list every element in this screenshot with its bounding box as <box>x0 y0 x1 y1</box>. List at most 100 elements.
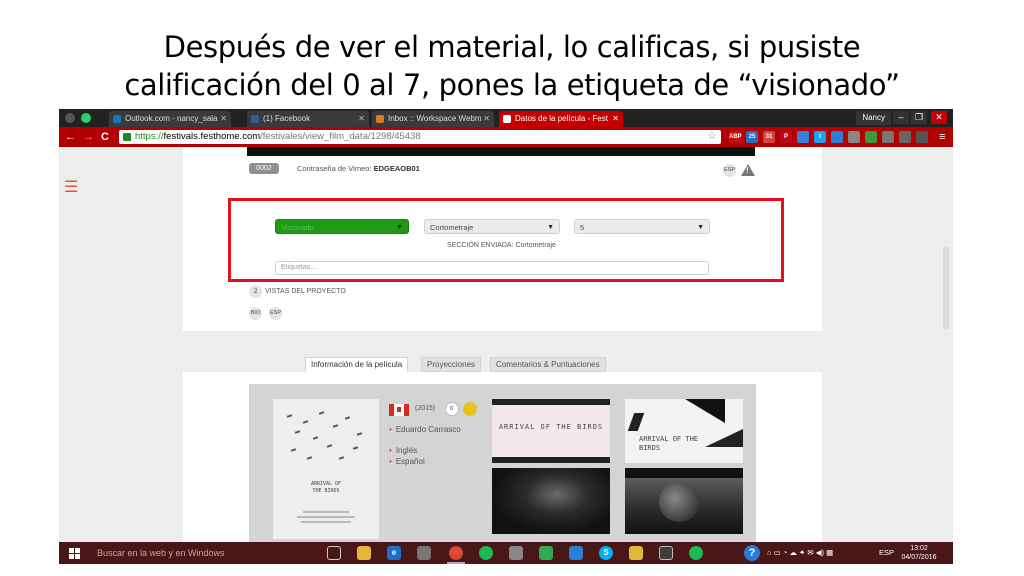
skype-icon[interactable]: S <box>599 546 613 560</box>
google-drive-icon[interactable] <box>539 546 553 560</box>
windows-update-icon[interactable] <box>569 546 583 560</box>
extension-dark-icon[interactable] <box>916 131 928 143</box>
close-icon[interactable]: ✕ <box>612 111 619 127</box>
chevron-down-icon: ▼ <box>396 224 403 231</box>
help-icon[interactable]: ? <box>744 545 760 561</box>
tags-input[interactable]: Etiquetas... <box>275 261 709 275</box>
address-bar[interactable]: https://festivals.festhome.com/festivale… <box>119 130 721 144</box>
bio-badge[interactable]: BIO <box>249 307 262 320</box>
edge-icon[interactable]: e <box>387 546 401 560</box>
forward-icon[interactable]: → <box>83 130 94 144</box>
extension-blue-icon[interactable] <box>797 131 809 143</box>
task-view-icon[interactable] <box>327 546 341 560</box>
chevron-down-icon: ▼ <box>697 224 704 231</box>
film-still-woman[interactable] <box>492 468 610 534</box>
puzzle-icon[interactable] <box>899 131 911 143</box>
refresh-icon[interactable] <box>65 113 75 123</box>
film-card: 0002 Contraseña de Vimeo: EDGEAOB01 ESP … <box>183 147 822 331</box>
vimeo-label: Contraseña de Vimeo: <box>297 164 372 173</box>
section-select[interactable]: Cortometraje ▼ <box>424 219 560 234</box>
status-select[interactable]: Visionado ▼ <box>275 219 409 234</box>
language-item: Español <box>389 457 425 466</box>
outlook-icon <box>113 115 121 123</box>
url-path: /festivales/view_film_data/1298/45438 <box>260 131 421 142</box>
extension-gray-icon[interactable] <box>882 131 894 143</box>
lock-icon <box>123 133 131 141</box>
restore-icon[interactable]: ❐ <box>911 111 927 124</box>
tab-label: (1) Facebook <box>263 114 311 123</box>
section-select-value: Cortometraje <box>430 223 474 232</box>
extension-icon[interactable]: 25 <box>746 131 758 143</box>
still-title: ARRIVAL OF THE BIRDS <box>639 435 699 452</box>
film-still-birds[interactable]: ARRIVAL OF THE BIRDS <box>625 399 743 463</box>
url-host: festivals.festhome.com <box>163 131 261 142</box>
back-icon[interactable]: ← <box>65 130 76 144</box>
chevron-down-icon: ▼ <box>547 224 554 231</box>
section-sent-text: SECCIÓN ENVIADA: Cortometraje <box>447 242 556 249</box>
rating-select[interactable]: 5 ▼ <box>574 219 710 234</box>
adblock-plus-icon[interactable]: ABP <box>729 131 742 143</box>
tab-outlook[interactable]: Outlook.com - nancy_sala ✕ <box>109 111 231 127</box>
tab-content: ARRIVAL OF THE BIRDS (2015) 6' Eduardo C… <box>183 372 822 542</box>
whatsapp-icon[interactable] <box>81 113 91 123</box>
url-scheme: https:// <box>135 131 164 142</box>
close-icon[interactable]: ✕ <box>483 111 490 127</box>
store-icon[interactable] <box>417 546 431 560</box>
taskbar-clock[interactable]: 13:02 04/07/2016 <box>899 544 939 562</box>
tab-film-info[interactable]: Información de la película <box>305 357 409 372</box>
director-name[interactable]: Eduardo Carrasco <box>389 425 461 434</box>
windows-taskbar: Buscar en la web y en Windows e S ? ⌂ ▭ … <box>59 542 953 564</box>
photos-icon[interactable] <box>659 546 673 560</box>
bio-language-badge[interactable]: ESP <box>269 307 282 320</box>
film-still-title-card[interactable]: ARRIVAL OF THE BIRDS <box>492 399 610 463</box>
taskbar-search-input[interactable]: Buscar en la web y en Windows <box>89 542 319 564</box>
still-title: ARRIVAL OF THE BIRDS <box>498 423 604 431</box>
page-content: ☰ 0002 Contraseña de Vimeo: EDGEAOB01 ES… <box>59 147 953 542</box>
windows-start-icon[interactable] <box>69 548 80 559</box>
tab-facebook[interactable]: (1) Facebook ✕ <box>247 111 369 127</box>
file-explorer-icon[interactable] <box>357 546 371 560</box>
twitter-icon[interactable]: t <box>814 131 826 143</box>
browser-toolbar: ← → C https://festivals.festhome.com/fes… <box>59 127 953 147</box>
hamburger-menu-icon[interactable]: ☰ <box>64 180 78 196</box>
spotify-icon[interactable] <box>479 546 493 560</box>
tab-screenings[interactable]: Proyecciones <box>421 357 482 372</box>
dropbox-icon[interactable] <box>831 131 843 143</box>
input-language[interactable]: ESP <box>879 542 894 564</box>
rating-select-value: 5 <box>580 223 585 232</box>
close-icon[interactable]: ✕ <box>220 111 227 127</box>
spotify-icon[interactable] <box>689 546 703 560</box>
folder-icon[interactable] <box>629 546 643 560</box>
profile-name[interactable]: Nancy <box>856 111 891 125</box>
tab-label: Inbox :: Workspace Webm <box>388 114 482 123</box>
tab-festhome[interactable]: Datos de la película - Fest ✕ <box>499 111 623 127</box>
pocket-icon[interactable] <box>848 131 860 143</box>
window-close-icon[interactable]: ✕ <box>931 111 947 124</box>
gmail-icon[interactable]: 31 <box>763 131 775 143</box>
festhome-icon <box>503 115 511 123</box>
film-still-man[interactable] <box>625 468 743 534</box>
facebook-icon <box>251 115 259 123</box>
bookmark-star-icon[interactable]: ☆ <box>707 129 717 143</box>
tab-comments-ratings[interactable]: Comentarios & Puntuaciones <box>490 357 606 372</box>
tray-icons[interactable]: ⌂ ▭ ◔ ☁ ✦ ✉ ◀) ▦ <box>767 542 833 564</box>
close-icon[interactable]: ✕ <box>358 111 365 127</box>
menu-icon[interactable]: ≡ <box>939 130 945 144</box>
tab-label: Datos de la película - Fest <box>515 114 608 123</box>
pinterest-icon[interactable]: P <box>780 131 792 143</box>
extension-green-icon[interactable] <box>865 131 877 143</box>
views-count: 2 <box>249 285 262 298</box>
side-scroll-indicator <box>943 247 949 329</box>
reload-icon[interactable]: C <box>101 130 109 144</box>
warning-icon[interactable]: ! <box>741 164 755 176</box>
tab-inbox[interactable]: Inbox :: Workspace Webm ✕ <box>372 111 494 127</box>
app-icon[interactable] <box>509 546 523 560</box>
slide-title-line-1: Después de ver el material, lo calificas… <box>163 30 861 64</box>
tab-label: Outlook.com - nancy_sala <box>125 114 218 123</box>
minimize-icon[interactable]: – <box>893 111 909 124</box>
chrome-icon[interactable] <box>447 546 465 564</box>
language-badge: ESP <box>723 164 736 177</box>
mail-icon <box>376 115 384 123</box>
film-poster[interactable]: ARRIVAL OF THE BIRDS <box>273 399 379 539</box>
clock-time: 13:02 <box>910 545 928 552</box>
